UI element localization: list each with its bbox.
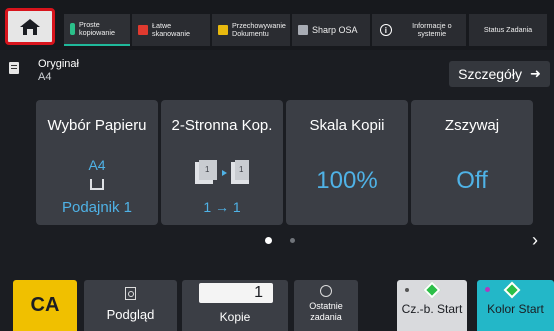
- tab-label: Przechowywanie Dokumentu: [232, 20, 286, 38]
- card-title: 2-Stronna Kop.: [171, 117, 273, 134]
- duplex-card[interactable]: 2-Stronna Kop. 1 1 1 → 1: [161, 100, 283, 225]
- home-icon: [20, 18, 40, 35]
- card-title: Skala Kopii: [309, 117, 385, 134]
- staple-value: Off: [456, 167, 488, 194]
- scan-icon: [138, 25, 148, 35]
- svg-text:1: 1: [205, 165, 210, 174]
- chevron-right-icon[interactable]: ›: [527, 228, 543, 252]
- copy-ratio-card[interactable]: Skala Kopii 100%: [286, 100, 408, 225]
- tab-easy-scan[interactable]: Łatwe skanowanie: [132, 14, 210, 46]
- bw-start-label: Cz.-b. Start: [401, 302, 463, 316]
- svg-text:1: 1: [239, 165, 244, 174]
- tab-label: Łatwe skanowanie: [152, 20, 190, 38]
- color-start-button[interactable]: Kolor Start: [477, 280, 554, 331]
- ca-label: CA: [30, 294, 60, 316]
- original-label: Oryginał: [38, 58, 79, 70]
- preview-button[interactable]: Podgląd: [84, 280, 177, 331]
- recent-jobs-label: Ostatnie zadania: [309, 301, 343, 322]
- info-icon: i: [380, 24, 392, 36]
- duplex-value: 1 → 1: [203, 199, 241, 215]
- tab-label: Status Zadania: [483, 24, 533, 34]
- tray-value: Podajnik 1: [61, 199, 133, 216]
- color-start-label: Kolor Start: [487, 302, 544, 316]
- original-document-icon: [9, 62, 19, 74]
- paper-select-card[interactable]: Wybór Papieru A4 Podajnik 1: [36, 100, 158, 225]
- bw-indicator-icon: [405, 288, 409, 292]
- details-button[interactable]: Szczegóły ➜: [449, 61, 550, 87]
- osa-icon: [298, 25, 308, 35]
- copies-input[interactable]: 1: [199, 283, 273, 303]
- staple-card[interactable]: Zszywaj Off: [411, 100, 533, 225]
- duplex-icon: 1 1: [195, 160, 249, 184]
- folder-icon: [218, 25, 228, 35]
- color-indicator-icon: [485, 287, 490, 292]
- clear-all-button[interactable]: CA: [13, 280, 77, 331]
- tab-sharp-osa[interactable]: Sharp OSA: [292, 14, 370, 46]
- page-dot-active[interactable]: [265, 237, 272, 244]
- copy-icon: [70, 23, 75, 35]
- card-title: Wybór Papieru: [47, 117, 147, 134]
- tab-easy-copy[interactable]: Proste kopiowanie: [64, 14, 130, 46]
- card-title: Zszywaj: [444, 117, 500, 134]
- tab-label: Sharp OSA: [312, 24, 358, 35]
- start-icon: [503, 281, 521, 299]
- copies-label: Kopie: [219, 310, 251, 324]
- arrow-right-icon: ➜: [529, 66, 541, 81]
- page-dot[interactable]: [290, 238, 295, 243]
- tab-system-info[interactable]: i Informacje o systemie: [372, 14, 466, 46]
- bw-start-button[interactable]: Cz.-b. Start: [397, 280, 467, 331]
- start-icon: [423, 281, 441, 299]
- clock-icon: [320, 285, 332, 297]
- tab-document-filing[interactable]: Przechowywanie Dokumentu: [212, 14, 290, 46]
- preview-icon: [125, 287, 136, 300]
- copy-ratio-value: 100%: [316, 167, 378, 194]
- copies-control[interactable]: 1 Kopie: [182, 280, 288, 331]
- details-label: Szczegóły: [458, 66, 522, 82]
- tray-icon: [90, 179, 104, 190]
- home-button[interactable]: [5, 8, 55, 45]
- recent-jobs-button[interactable]: Ostatnie zadania: [294, 280, 358, 331]
- original-value: A4: [38, 71, 52, 83]
- tab-label: Proste kopiowanie: [79, 19, 115, 37]
- paper-size-value: A4: [88, 157, 106, 173]
- tab-job-status[interactable]: Status Zadania: [469, 14, 547, 46]
- tab-label: Informacje o systemie: [412, 20, 452, 38]
- preview-label: Podgląd: [106, 307, 155, 322]
